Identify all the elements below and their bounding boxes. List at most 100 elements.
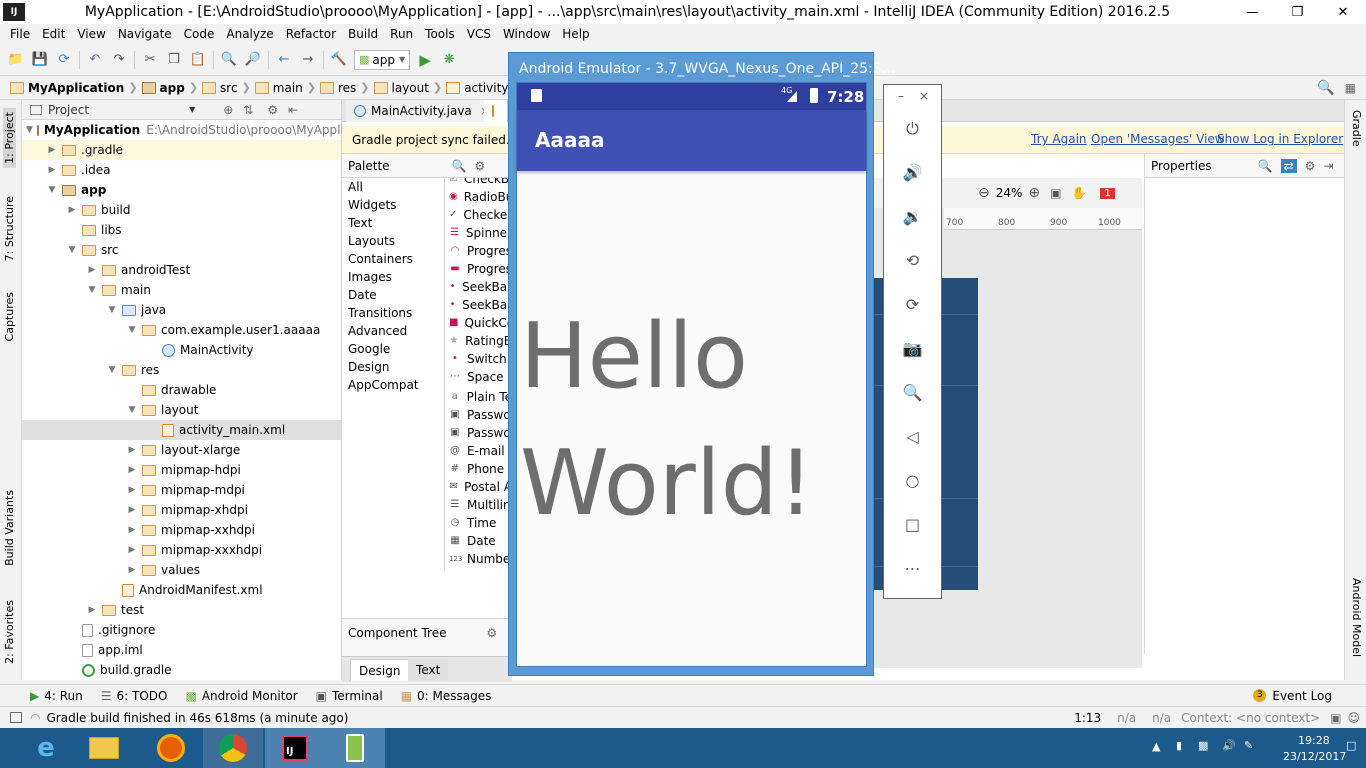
show-log-link[interactable]: Show Log in Explorer [1217, 132, 1343, 146]
palette-category[interactable]: AppCompat [342, 376, 442, 394]
menu-build[interactable]: Build [342, 27, 384, 41]
project-structure-icon[interactable]: ▦ [1345, 81, 1356, 95]
pan-hand-icon[interactable]: ✋ [1071, 186, 1086, 200]
palette-item[interactable]: ✓ Checked [445, 206, 512, 224]
menu-code[interactable]: Code [178, 27, 221, 41]
tab-build-variants[interactable]: Build Variants [3, 490, 16, 566]
chevron-up-icon[interactable]: ▲ [1152, 740, 1160, 753]
tab-android-model[interactable]: Android Model [1350, 578, 1363, 657]
redo-icon[interactable]: ↷ [107, 49, 131, 71]
palette-category[interactable]: Date [342, 286, 442, 304]
tab-messages[interactable]: ▦ 0: Messages [401, 689, 492, 703]
tree-node[interactable]: ▼ app [22, 180, 341, 200]
paste-icon[interactable]: 📋 [186, 49, 210, 71]
menu-window[interactable]: Window [497, 27, 556, 41]
tree-node[interactable]: ▶ mipmap-mdpi [22, 480, 341, 500]
tree-node[interactable]: ▼ res [22, 360, 341, 380]
clock-date[interactable]: 23/12/2017 [1283, 750, 1346, 763]
language-icon[interactable]: ✎ [1244, 739, 1253, 752]
collapse-all-icon[interactable]: ⇅ [243, 103, 253, 117]
tree-node[interactable]: ▼ layout [22, 400, 341, 420]
menu-navigate[interactable]: Navigate [112, 27, 178, 41]
tree-node[interactable]: ▶ test [22, 600, 341, 620]
caret-position[interactable]: 1:13 [1074, 711, 1101, 725]
run-config-select[interactable]: ▩ app ▼ [354, 49, 411, 70]
tree-node[interactable]: ▶ mipmap-xhdpi [22, 500, 341, 520]
palette-item[interactable]: ☰ Multilin [445, 496, 512, 514]
network-icon[interactable]: ▩ [1198, 739, 1208, 752]
breadcrumb-app[interactable]: app [138, 81, 189, 95]
tab-activity-main[interactable] [484, 100, 508, 122]
search-everywhere-icon[interactable]: 🔍 [1317, 80, 1334, 96]
open-folder-icon[interactable]: 📁 [4, 49, 28, 71]
palette-item[interactable]: ▣ Passwo [445, 406, 512, 424]
tree-node[interactable]: ▼ java [22, 300, 341, 320]
palette-item[interactable]: # Phone [445, 460, 512, 478]
zoom-in-icon[interactable]: ⊕ [1028, 185, 1040, 201]
palette-item[interactable]: ▣ Passwo [445, 424, 512, 442]
locate-icon[interactable]: ⊕ [223, 103, 233, 117]
emulator-screen[interactable]: 4G 7:28 Aaaaa Hello World! [516, 82, 867, 667]
hide-icon[interactable]: ⇤ [288, 103, 298, 117]
toggle-tool-windows-icon[interactable] [10, 712, 22, 723]
tab-structure[interactable]: 7: Structure [3, 196, 16, 261]
inspector-icon[interactable]: ☺ [1347, 711, 1360, 725]
notifications-icon[interactable]: □ [1346, 739, 1356, 752]
tree-node[interactable]: ▶ mipmap-xxhdpi [22, 520, 341, 540]
tree-node[interactable]: MainActivity [22, 340, 341, 360]
line-separator[interactable]: n/a [1117, 711, 1136, 725]
clock-time[interactable]: 19:28 [1298, 734, 1330, 747]
warning-badge[interactable]: 1 [1100, 187, 1115, 199]
menu-view[interactable]: View [71, 27, 111, 41]
tab-design[interactable]: Design [350, 659, 410, 681]
close-button[interactable]: × [919, 89, 929, 103]
battery-icon[interactable]: ▮ [1176, 739, 1182, 752]
palette-category[interactable]: Transitions [342, 304, 442, 322]
encoding[interactable]: n/a [1152, 711, 1171, 725]
back-icon[interactable]: ◁ [884, 427, 941, 446]
copy-icon[interactable]: ❐ [162, 49, 186, 71]
tab-project[interactable]: 1: Project [3, 108, 16, 168]
palette-item[interactable]: ■ QuickCo [445, 314, 512, 332]
palette-item[interactable]: ☑ CheckBo [445, 178, 512, 188]
tree-node[interactable]: build.gradle [22, 660, 341, 680]
menu-edit[interactable]: Edit [36, 27, 71, 41]
palette-item[interactable]: 123 Numbe [445, 550, 512, 568]
palette-item[interactable]: ▦ Date [445, 532, 512, 550]
palette-item[interactable]: • SeekBar [445, 278, 512, 296]
breadcrumb-res[interactable]: res [316, 81, 360, 95]
undo-icon[interactable]: ↶ [83, 49, 107, 71]
intellij-icon[interactable]: IJ [265, 728, 325, 768]
emulator-app-icon[interactable] [325, 728, 385, 768]
tree-node[interactable]: AndroidManifest.xml [22, 580, 341, 600]
forward-icon[interactable]: → [296, 49, 320, 71]
tab-run[interactable]: ▶ 4: Run [30, 689, 83, 703]
palette-item[interactable]: ⋯ Space [445, 368, 512, 386]
tree-node[interactable]: ▶ layout-xlarge [22, 440, 341, 460]
tab-text[interactable]: Text [408, 659, 449, 681]
tree-node[interactable]: ▶ mipmap-hdpi [22, 460, 341, 480]
tab-captures[interactable]: Captures [3, 292, 16, 341]
tree-node[interactable]: drawable [22, 380, 341, 400]
palette-item[interactable]: ◉ RadioBu [445, 188, 512, 206]
menu-run[interactable]: Run [384, 27, 419, 41]
menu-file[interactable]: File [4, 27, 36, 41]
palette-item[interactable]: ☰ Spinner [445, 224, 512, 242]
firefox-icon[interactable] [141, 728, 201, 768]
palette-item[interactable]: ◷ Time [445, 514, 512, 532]
tab-favorites[interactable]: 2: Favorites [3, 600, 16, 664]
tab-mainactivity[interactable]: MainActivity.java × [346, 100, 499, 122]
palette-item[interactable]: ★ RatingB [445, 332, 512, 350]
breadcrumb-layout[interactable]: layout [370, 81, 433, 95]
search-icon[interactable]: 🔍 [1258, 159, 1273, 173]
minimize-button[interactable]: — [1230, 0, 1275, 24]
lock-icon[interactable]: ▣ [1330, 711, 1341, 725]
tree-node[interactable]: ▼ main [22, 280, 341, 300]
tree-node[interactable]: ▶ .gradle [22, 140, 341, 160]
run-icon[interactable]: ▶ [413, 49, 437, 71]
palette-category[interactable]: Containers [342, 250, 442, 268]
minimize-button[interactable]: – [898, 89, 904, 103]
palette-item[interactable]: @ E-mail [445, 442, 512, 460]
tree-node[interactable]: .gitignore [22, 620, 341, 640]
menu-refactor[interactable]: Refactor [280, 27, 342, 41]
